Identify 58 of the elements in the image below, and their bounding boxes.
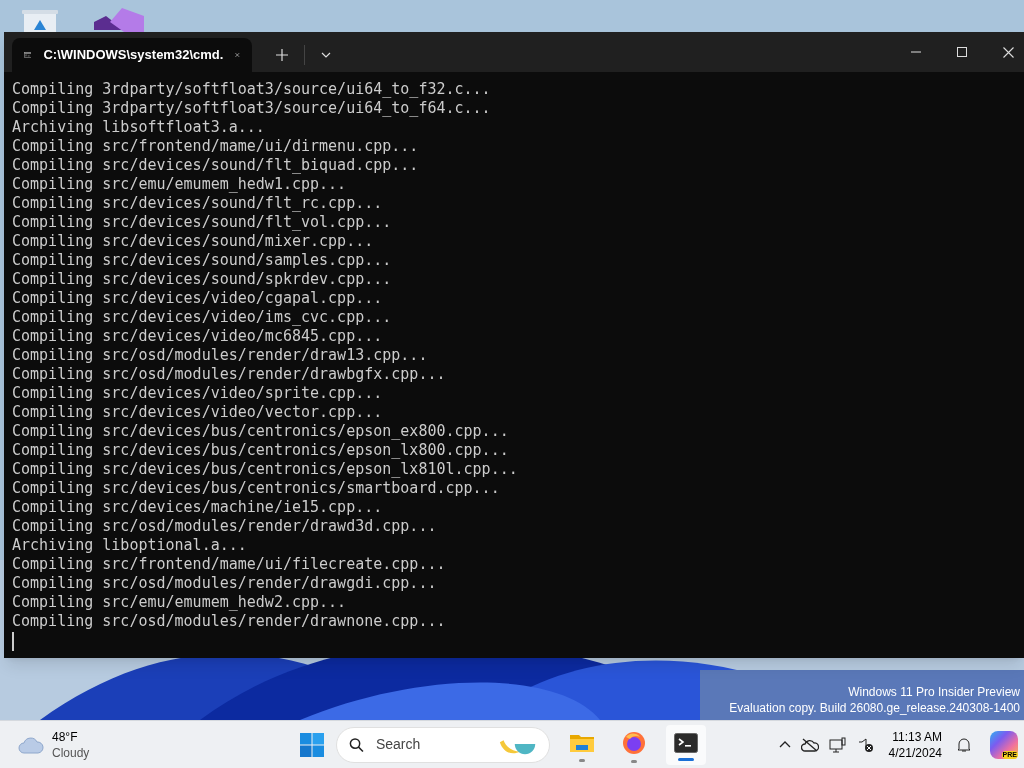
output-line: Compiling src/devices/video/cgapal.cpp... (12, 289, 383, 308)
output-line: Compiling src/osd/modules/render/drawgdi.cpp... (12, 574, 437, 593)
date: 4/21/2024 (888, 744, 942, 761)
maximize-icon[interactable] (957, 47, 967, 57)
output-line: Compiling src/devices/bus/centronics/epson_ex800.cpp... (12, 422, 509, 441)
output-line: Compiling src/osd/modules/render/drawnone.cpp... (12, 612, 446, 631)
volume-muted-icon[interactable] (856, 736, 875, 753)
weather-condition: Cloudy (52, 744, 90, 761)
output-line: Compiling src/emu/emumem_hedw1.cpp... (12, 175, 347, 194)
tab-title: C:\WINDOWS\system32\cmd. (43, 46, 224, 65)
terminal-tab[interactable]: C:\WINDOWS\system32\cmd. (12, 38, 252, 72)
windows-start-icon[interactable] (300, 732, 324, 757)
command-prompt-icon (24, 49, 32, 61)
output-line: Compiling src/devices/bus/centronics/smartboard.cpp... (12, 479, 500, 498)
cloud-off-icon[interactable] (800, 737, 819, 752)
output-line: Archiving libsoftfloat3.a... (12, 118, 265, 137)
recycle-bin-icon[interactable] (22, 8, 58, 32)
watermark-text: Windows 11 Pro Insider Preview (848, 684, 1020, 700)
clock[interactable]: 11:13 AM 4/21/2024 (884, 728, 946, 761)
output-line: Compiling src/devices/video/ims_cvc.cpp... (12, 308, 392, 327)
output-line: Compiling src/devices/sound/flt_biquad.cpp... (12, 156, 419, 175)
output-line: Compiling src/devices/sound/samples.cpp... (12, 251, 392, 270)
output-line: Compiling src/devices/video/sprite.cpp... (12, 384, 383, 403)
output-line: Archiving liboptional.a... (12, 536, 247, 555)
output-line: Compiling src/emu/emumem_hedw2.cpp... (12, 593, 347, 612)
add-icon[interactable] (276, 49, 288, 61)
taskbar-app[interactable] (666, 724, 706, 765)
output-line: Compiling src/frontend/mame/ui/dirmenu.cpp... (12, 137, 419, 156)
visual-studio-icon[interactable] (94, 8, 144, 32)
terminal-icon (674, 732, 698, 753)
search-input[interactable]: Search (375, 734, 486, 755)
output-line: Compiling src/devices/sound/spkrdev.cpp... (12, 270, 392, 289)
output-line: Compiling src/frontend/mame/ui/filecreate.cpp... (12, 555, 446, 574)
output-line: Compiling src/devices/bus/centronics/epson_lx810l.cpp... (12, 460, 518, 479)
bell-icon[interactable] (956, 736, 972, 753)
output-line: Compiling src/devices/video/mc6845.cpp... (12, 327, 383, 346)
output-line: Compiling src/devices/sound/flt_rc.cpp... (12, 194, 383, 213)
search-field[interactable]: Search (336, 726, 550, 763)
output-line: Compiling src/osd/modules/render/drawbgfx.cpp... (12, 365, 446, 384)
time: 11:13 AM (892, 728, 942, 745)
temperature: 48°F (52, 728, 79, 745)
output-line: Compiling src/osd/modules/render/drawd3d.cpp... (12, 517, 437, 536)
search-icon (349, 736, 364, 753)
watermark-text: Evaluation copy. Build 26080.ge_release.240308-1400 (729, 700, 1020, 716)
text-cursor (12, 632, 14, 651)
chevron-down-icon[interactable] (321, 52, 331, 58)
output-line: Compiling src/devices/video/vector.cpp... (12, 403, 383, 422)
output-line: Compiling src/devices/sound/mixer.cpp... (12, 232, 374, 251)
output-line: Compiling 3rdparty/softfloat3/source/ui64_to_f32.c... (12, 80, 491, 99)
output-line: Compiling src/osd/modules/render/draw13.cpp... (12, 346, 428, 365)
browser-icon (622, 730, 646, 755)
monitor-icon[interactable] (828, 736, 847, 753)
output-line: Compiling src/devices/sound/flt_vol.cpp... (12, 213, 392, 232)
output-line: Compiling src/devices/bus/centronics/epson_lx800.cpp... (12, 441, 509, 460)
output-line: Compiling src/devices/machine/ie15.cpp... (12, 498, 383, 517)
output-line: Compiling 3rdparty/softfloat3/source/ui64_to_f64.c... (12, 99, 491, 118)
close-icon[interactable] (1003, 46, 1014, 58)
chevron-up-icon[interactable] (778, 741, 791, 748)
